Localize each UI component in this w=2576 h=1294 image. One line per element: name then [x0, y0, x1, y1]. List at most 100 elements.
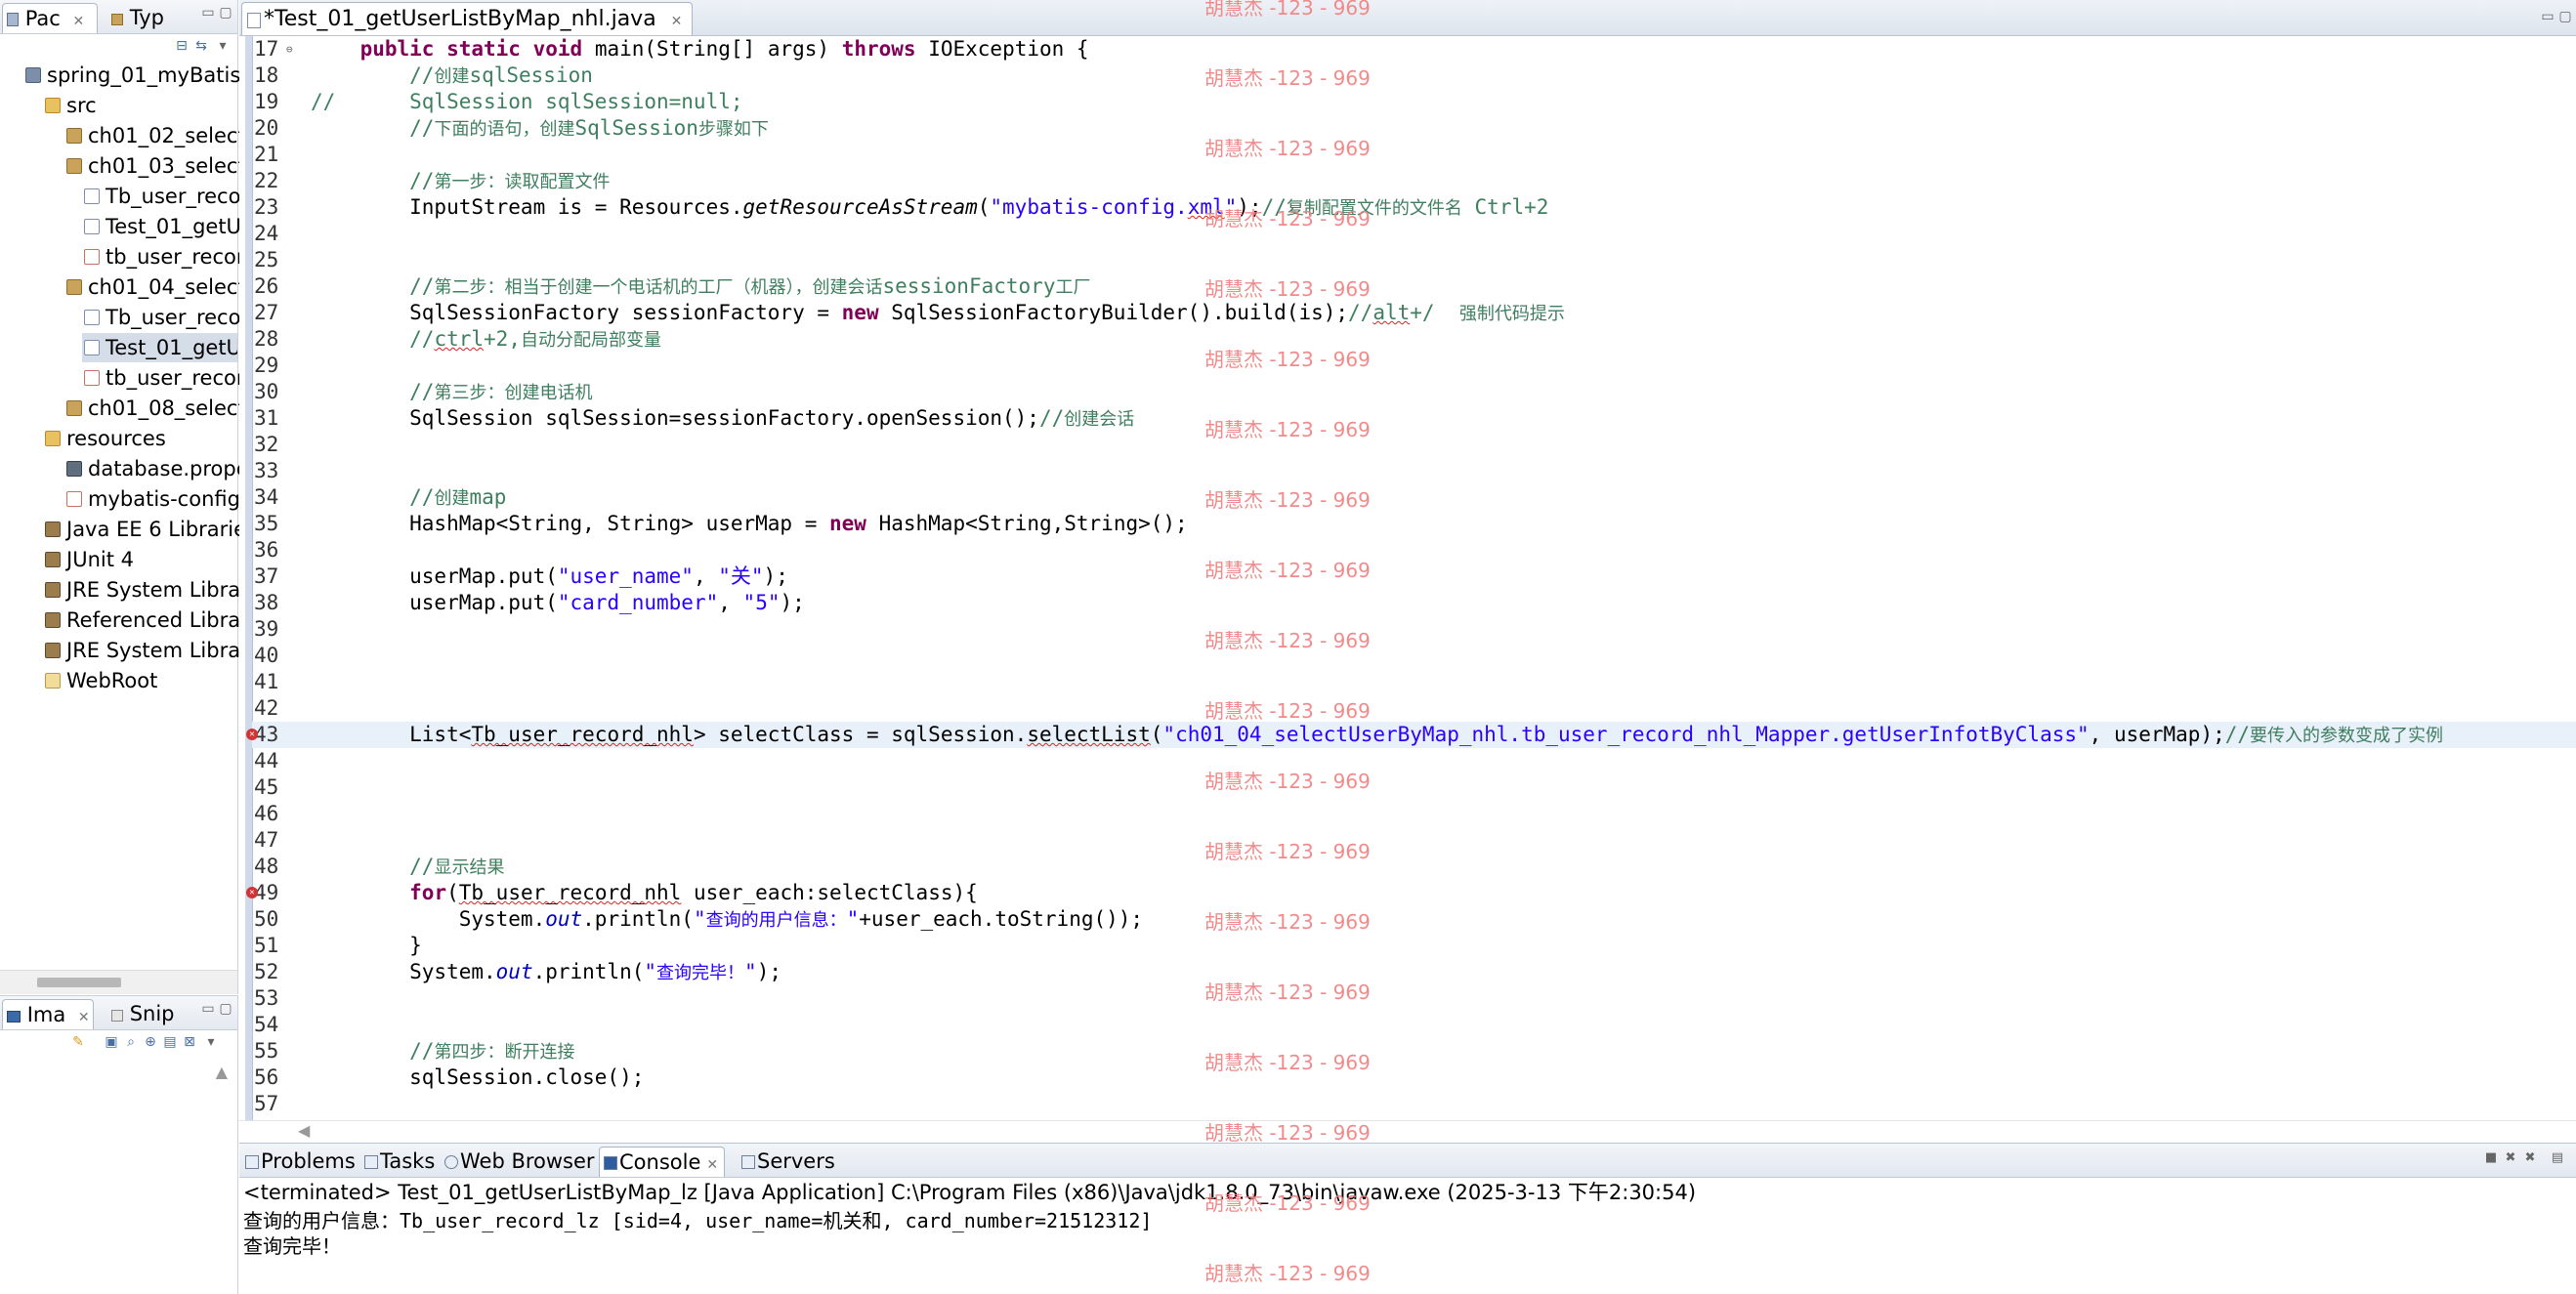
tree-item-library[interactable]: JRE System Libra [45, 636, 240, 665]
tree-item-java-file[interactable]: Test_01_getU [84, 212, 241, 241]
tab-snippets[interactable]: Snip [107, 999, 190, 1028]
collapse-all-icon[interactable]: ⊟ [174, 38, 190, 54]
pin-icon[interactable]: ✎ [70, 1034, 86, 1050]
tab-servers[interactable]: Servers [738, 1147, 835, 1176]
code-line[interactable]: 27 SqlSessionFactory sessionFactory = ne… [252, 300, 2576, 326]
editor-hscrollbar[interactable]: ◀ [239, 1120, 2576, 1141]
tab-package-explorer[interactable]: Pac ✕ [2, 3, 98, 33]
package-explorer-hscrollbar[interactable] [0, 970, 237, 994]
code-line[interactable]: 31 SqlSession sqlSession=sessionFactory.… [252, 405, 2576, 432]
tree-item-package[interactable]: ch01_03_select [66, 151, 246, 181]
tree-item-webroot[interactable]: WebRoot [45, 666, 157, 695]
code-line[interactable]: 56 sqlSession.close(); [252, 1064, 2576, 1091]
tab-tasks[interactable]: Tasks [360, 1147, 435, 1176]
code-line[interactable]: 53 [252, 985, 2576, 1012]
tab-web-browser[interactable]: Web Browser [441, 1147, 595, 1176]
code-line[interactable]: 20 //下面的语句，创建SqlSession步骤如下 [252, 115, 2576, 142]
tree-item-java-file[interactable]: Tb_user_reco [84, 182, 240, 211]
tree-item-properties-file[interactable]: database.prope [66, 454, 249, 483]
code-line[interactable]: 49 ✕ for(Tb_user_record_nhl user_each:sel… [246, 880, 2576, 906]
code-area[interactable]: 17 ⊖ public static void main(String[] arg… [246, 36, 2576, 1120]
remove-launch-icon[interactable]: ✖ [2504, 1151, 2517, 1165]
remove-all-icon[interactable]: ✖ [2523, 1151, 2537, 1165]
code-line[interactable]: 54 [252, 1012, 2576, 1038]
scrollbar-thumb[interactable] [37, 978, 121, 987]
code-line[interactable]: 39 [252, 616, 2576, 643]
tree-item-java-file[interactable]: Tb_user_reco [84, 303, 240, 332]
code-line[interactable]: 35 HashMap<String, String> userMap = new… [252, 511, 2576, 537]
maximize-icon[interactable]: ▢ [2558, 10, 2572, 23]
tree-item-package[interactable]: ch01_02_select [66, 121, 246, 150]
tree-item-package[interactable]: ch01_04_select [66, 272, 246, 302]
code-line[interactable]: 30 //第三步：创建电话机 [252, 379, 2576, 405]
code-line[interactable]: 42 [252, 695, 2576, 722]
error-marker-icon[interactable]: ✕ [246, 729, 258, 740]
code-line[interactable]: 45 [252, 774, 2576, 801]
code-line[interactable]: 21 [252, 142, 2576, 168]
code-line[interactable]: 41 [252, 669, 2576, 695]
code-line[interactable]: 23 InputStream is = Resources.getResourc… [252, 194, 2576, 221]
code-line[interactable]: 33 [252, 458, 2576, 484]
code-line[interactable]: 40 [252, 643, 2576, 669]
minimize-icon[interactable]: ▭ [201, 6, 215, 20]
code-line[interactable]: 24 [252, 221, 2576, 247]
code-line[interactable]: 26 //第二步：相当于创建一个电话机的工厂（机器），创建会话sessionFa… [252, 273, 2576, 300]
view-menu-icon[interactable]: ▾ [203, 1034, 219, 1050]
tree-item-xml-file[interactable]: tb_user_recor [84, 242, 245, 271]
close-icon[interactable]: ✕ [671, 14, 683, 29]
code-line[interactable]: 36 [252, 537, 2576, 564]
tree-item-library[interactable]: JUnit 4 [45, 545, 134, 574]
close-icon[interactable]: ✕ [706, 1157, 718, 1173]
link-with-editor-icon[interactable]: ⇆ [193, 38, 209, 54]
code-line[interactable]: 29 [252, 353, 2576, 379]
code-line[interactable]: 19 // SqlSession sqlSession=null; [252, 89, 2576, 115]
clear-console-icon[interactable]: ▤ [2551, 1151, 2564, 1165]
tree-item-resources[interactable]: resources [45, 424, 166, 453]
tree-item-library[interactable]: Java EE 6 Librarie [45, 515, 246, 544]
code-line[interactable]: 52 System.out.println("查询完毕！"); [252, 959, 2576, 985]
tab-image[interactable]: Ima ✕ [2, 999, 94, 1029]
code-line[interactable]: 44 [252, 748, 2576, 774]
fit-icon[interactable]: ▤ [162, 1034, 178, 1050]
close-icon[interactable]: ✕ [73, 14, 85, 29]
close-icon[interactable]: ✕ [78, 1010, 90, 1025]
tree-item-library[interactable]: JRE System Libra [45, 575, 240, 605]
tab-problems[interactable]: Problems [241, 1147, 356, 1176]
code-line[interactable]: 47 [252, 827, 2576, 854]
console-output[interactable]: 查询的用户信息：Tb_user_record_lz [sid=4, user_n… [243, 1208, 2576, 1259]
save-icon[interactable]: ▣ [104, 1034, 119, 1050]
scroll-left-arrow-icon[interactable]: ◀ [298, 1121, 310, 1140]
code-line[interactable]: 48 //显示结果 [252, 854, 2576, 880]
code-line[interactable]: 25 [252, 247, 2576, 273]
editor-tab-active[interactable]: *Test_01_getUserListByMap_nhl.java ✕ [241, 2, 694, 35]
code-line[interactable]: 18 //创建sqlSession [252, 63, 2576, 89]
tree-item-xml-file[interactable]: mybatis-config [66, 484, 240, 514]
tree-item-src[interactable]: src [45, 91, 97, 120]
zoom-icon[interactable]: ⌕ [123, 1034, 139, 1050]
code-line[interactable]: 34 //创建map [252, 484, 2576, 511]
code-line[interactable]: 43 ✕ List<Tb_user_record_nhl> selectClass… [246, 722, 2576, 748]
error-marker-icon[interactable]: ✕ [246, 887, 258, 898]
code-line[interactable]: 51 } [252, 933, 2576, 959]
code-line[interactable]: 46 [252, 801, 2576, 827]
minimize-icon[interactable]: ▭ [201, 1002, 215, 1016]
code-line[interactable]: 28 //ctrl+2,自动分配局部变量 [252, 326, 2576, 353]
tree-item-java-file-selected[interactable]: Test_01_getU [82, 333, 237, 362]
code-line[interactable]: 38 userMap.put("card_number", "5"); [252, 590, 2576, 616]
zoom-in-icon[interactable]: ⊕ [143, 1034, 158, 1050]
code-line[interactable]: 37 userMap.put("user_name", "关"); [252, 564, 2576, 590]
tab-console[interactable]: Console ✕ [599, 1147, 726, 1177]
code-line[interactable]: 17 ⊖ public static void main(String[] arg… [252, 36, 2576, 63]
scroll-up-arrow-icon[interactable]: ▲ [216, 1063, 228, 1081]
maximize-icon[interactable]: ▢ [219, 6, 232, 20]
terminate-icon[interactable]: ■ [2484, 1151, 2498, 1165]
code-line[interactable]: 22 //第一步：读取配置文件 [252, 168, 2576, 194]
code-line[interactable]: 57 [252, 1091, 2576, 1117]
fullscreen-icon[interactable]: ⊠ [182, 1034, 197, 1050]
code-line[interactable]: 32 [252, 432, 2576, 458]
tree-item-project[interactable]: spring_01_myBatis [25, 61, 240, 90]
code-line[interactable]: 55 //第四步：断开连接 [252, 1038, 2576, 1064]
tree-item-xml-file[interactable]: tb_user_recor [84, 363, 245, 393]
tree-item-package[interactable]: ch01_08_select [66, 394, 246, 423]
tab-type-hierarchy[interactable]: Typ [107, 3, 190, 32]
